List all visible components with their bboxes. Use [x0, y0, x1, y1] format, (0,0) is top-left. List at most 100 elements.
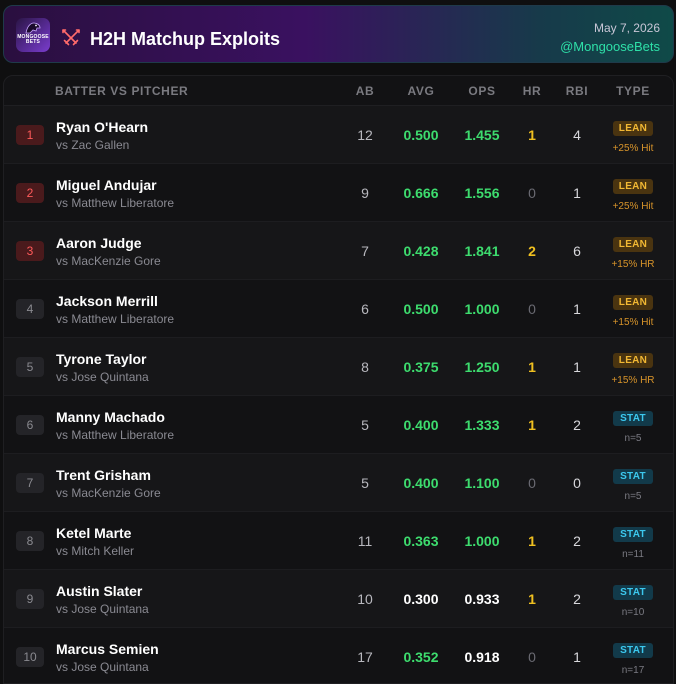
pitcher-name: vs Jose Quintana: [56, 370, 149, 384]
hr-value: 1: [528, 417, 536, 433]
type-note: +15% HR: [611, 259, 655, 270]
table-row[interactable]: 8 Ketel Marte vs Mitch Keller 11 0.363 1.000 1…: [4, 512, 673, 570]
rank-badge: 9: [16, 589, 44, 609]
type-badge: STAT: [613, 469, 653, 484]
type-badge: LEAN: [613, 121, 653, 136]
type-note: n=10: [621, 607, 645, 618]
hr-value: 0: [528, 649, 536, 665]
pitcher-name: vs Matthew Liberatore: [56, 312, 175, 326]
batter-name: Ketel Marte: [56, 525, 132, 541]
batter-name: Aaron Judge: [56, 235, 142, 251]
avg-value: 0.666: [403, 185, 439, 201]
rbi-value: 1: [573, 649, 581, 665]
ops-value: 1.250: [464, 359, 500, 375]
header-banner: MONGOOSE BETS H2H Matchup Exploits May 7…: [3, 5, 674, 63]
column-header-rbi: RBI: [565, 84, 589, 98]
column-header-avg: AVG: [407, 84, 435, 98]
type-badge: LEAN: [613, 237, 653, 252]
rank-badge: 1: [16, 125, 44, 145]
batter-name: Tyrone Taylor: [56, 351, 147, 367]
rank-badge: 7: [16, 473, 44, 493]
type-badge: STAT: [613, 411, 653, 426]
pitcher-name: vs Zac Gallen: [56, 138, 130, 152]
social-handle-link[interactable]: @MongooseBets: [560, 39, 660, 54]
table-row[interactable]: 5 Tyrone Taylor vs Jose Quintana 8 0.375 1.25…: [4, 338, 673, 396]
rank-badge: 2: [16, 183, 44, 203]
rank-badge: 10: [16, 647, 44, 667]
ops-value: 1.000: [464, 533, 500, 549]
column-header-type: TYPE: [616, 84, 650, 98]
pitcher-name: vs Matthew Liberatore: [56, 196, 175, 210]
type-note: n=17: [621, 665, 645, 676]
avg-value: 0.375: [403, 359, 439, 375]
table-row[interactable]: 6 Manny Machado vs Matthew Liberatore 5 0.40…: [4, 396, 673, 454]
ops-value: 0.918: [464, 649, 500, 665]
table-row[interactable]: 7 Trent Grisham vs MacKenzie Gore 5 0.400 1.1…: [4, 454, 673, 512]
hr-value: 1: [528, 127, 536, 143]
hr-value: 1: [528, 591, 536, 607]
rank-badge: 5: [16, 357, 44, 377]
table-row[interactable]: 10 Marcus Semien vs Jose Quintana 17 0.352 0.…: [4, 628, 673, 683]
type-note: +25% Hit: [612, 201, 654, 212]
ops-value: 1.333: [464, 417, 500, 433]
rank-badge: 6: [16, 415, 44, 435]
ab-value: 5: [361, 417, 369, 433]
batter-name: Marcus Semien: [56, 641, 159, 657]
table-row[interactable]: 4 Jackson Merrill vs Matthew Liberatore 6 0.…: [4, 280, 673, 338]
table-row[interactable]: 3 Aaron Judge vs MacKenzie Gore 7 0.428 1.841…: [4, 222, 673, 280]
rbi-value: 2: [573, 417, 581, 433]
rank-badge: 4: [16, 299, 44, 319]
ops-value: 1.000: [464, 301, 500, 317]
mongoose-logo: MONGOOSE BETS: [16, 18, 50, 52]
ab-value: 6: [361, 301, 369, 317]
type-badge: LEAN: [613, 295, 653, 310]
pitcher-name: vs Jose Quintana: [56, 602, 149, 616]
pitcher-name: vs Matthew Liberatore: [56, 428, 175, 442]
ab-value: 10: [357, 591, 373, 607]
column-header-ops: OPS: [468, 84, 496, 98]
type-note: n=5: [624, 491, 642, 502]
hr-value: 1: [528, 533, 536, 549]
batter-name: Miguel Andujar: [56, 177, 157, 193]
header-date: May 7, 2026: [593, 21, 660, 35]
crossed-swords-icon: [62, 29, 80, 46]
batter-name: Austin Slater: [56, 583, 143, 599]
rbi-value: 4: [573, 127, 581, 143]
table-row[interactable]: 2 Miguel Andujar vs Matthew Liberatore 9 0.6…: [4, 164, 673, 222]
hr-value: 1: [528, 359, 536, 375]
ab-value: 5: [361, 475, 369, 491]
batter-name: Manny Machado: [56, 409, 165, 425]
ops-value: 1.841: [464, 243, 500, 259]
rbi-value: 1: [573, 185, 581, 201]
column-header-hr: HR: [522, 84, 542, 98]
rbi-value: 6: [573, 243, 581, 259]
ab-value: 7: [361, 243, 369, 259]
ops-value: 1.100: [464, 475, 500, 491]
ab-value: 12: [357, 127, 373, 143]
type-badge: STAT: [613, 643, 653, 658]
hr-value: 0: [528, 301, 536, 317]
type-badge: LEAN: [613, 353, 653, 368]
avg-value: 0.500: [403, 127, 439, 143]
type-badge: LEAN: [613, 179, 653, 194]
table-row[interactable]: 9 Austin Slater vs Jose Quintana 10 0.300 0.9…: [4, 570, 673, 628]
ab-value: 17: [357, 649, 373, 665]
hr-value: 0: [528, 475, 536, 491]
rank-badge: 3: [16, 241, 44, 261]
ab-value: 11: [357, 533, 373, 549]
logo-text: MONGOOSE BETS: [17, 34, 49, 45]
column-header-matchup: BATTER VS PITCHER: [55, 84, 189, 98]
column-header-ab: AB: [355, 84, 375, 98]
mongoose-logo-icon: [25, 22, 41, 34]
avg-value: 0.352: [403, 649, 439, 665]
avg-value: 0.300: [403, 591, 439, 607]
batter-name: Jackson Merrill: [56, 293, 158, 309]
page-title: H2H Matchup Exploits: [90, 29, 281, 49]
type-note: +25% Hit: [612, 143, 654, 154]
matchup-table: BATTER VS PITCHER AB AVG OPS HR RBI TYPE…: [3, 75, 674, 684]
rbi-value: 1: [573, 359, 581, 375]
avg-value: 0.400: [403, 417, 439, 433]
type-badge: STAT: [613, 585, 653, 600]
type-note: +15% Hit: [612, 317, 654, 328]
table-row[interactable]: 1 Ryan O'Hearn vs Zac Gallen 12 0.500 1.455 1 4…: [4, 106, 673, 164]
